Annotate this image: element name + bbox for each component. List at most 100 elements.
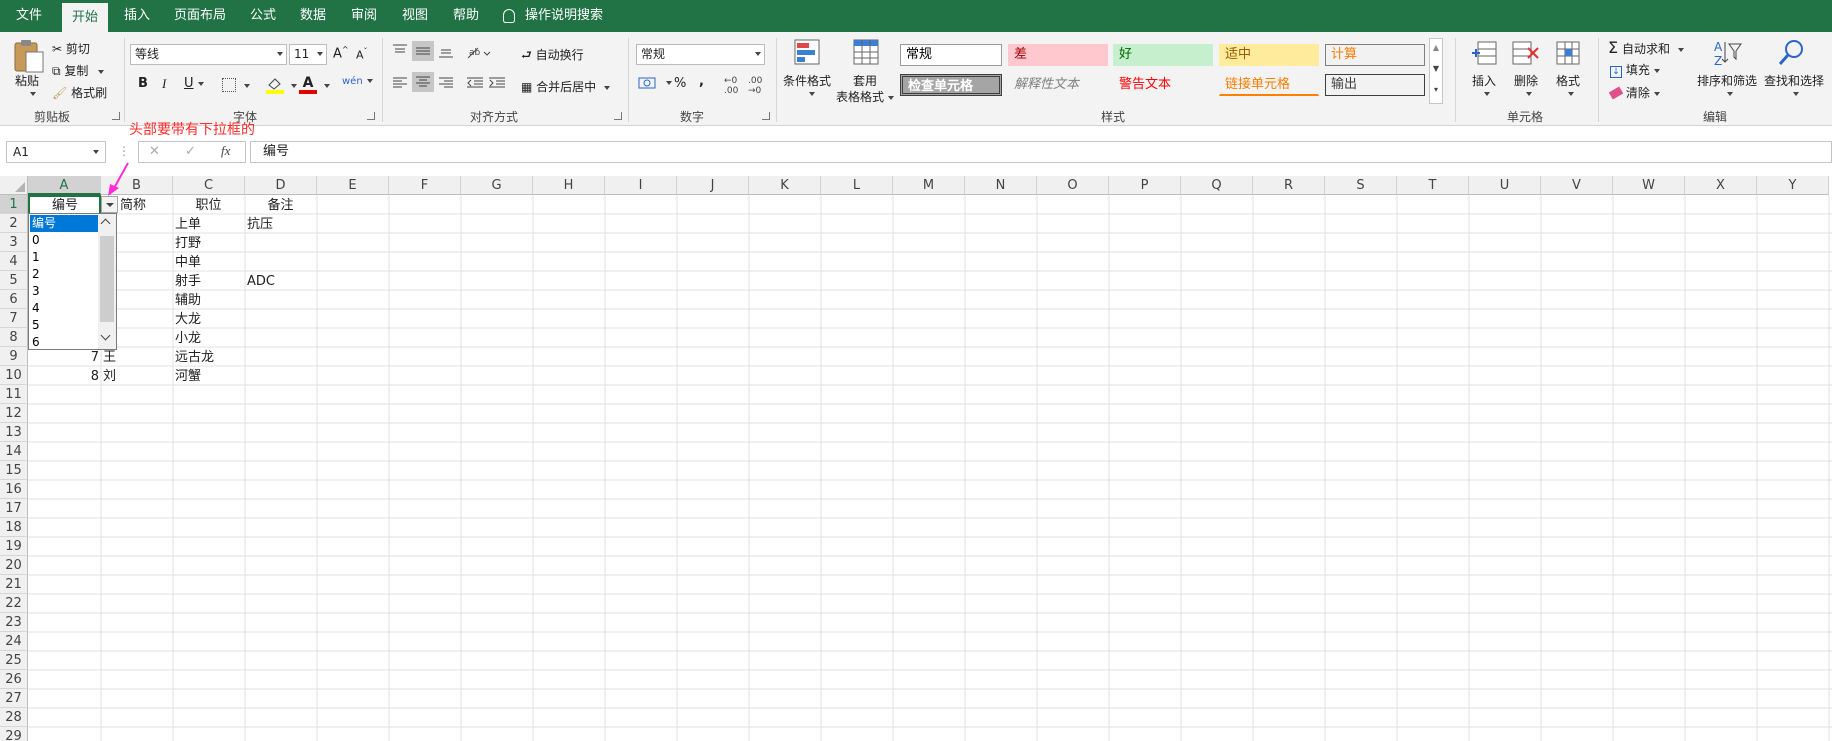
style-explanatory[interactable]: 解释性文本 [1008,74,1108,96]
autosum-button[interactable]: Σ 自动求和 [1608,38,1684,57]
clear-button[interactable]: 清除 [1608,84,1660,101]
style-neutral[interactable]: 适中 [1219,44,1319,66]
bold-button[interactable]: B [138,76,148,91]
paste-label: 粘贴 [15,74,40,88]
tab-data[interactable]: 数据 [290,0,336,32]
cell-d1[interactable]: 备注 [245,196,316,215]
dropdown-option[interactable]: 2 [30,266,98,283]
style-bad[interactable]: 差 [1008,44,1108,66]
phonetic-guide-button[interactable]: wén [342,76,373,87]
dropdown-option[interactable]: 编号 [30,215,98,232]
cell-c2[interactable]: 上单 [175,215,201,234]
fill-color-icon[interactable] [265,76,285,94]
style-good[interactable]: 好 [1113,44,1213,66]
align-center-icon[interactable] [412,72,434,92]
dropdown-option[interactable]: 6 [30,334,98,349]
underline-button[interactable]: U [184,76,204,91]
dropdown-scrollbar[interactable] [98,214,116,349]
insert-function-icon[interactable]: fx [221,143,230,159]
style-gallery-scroll[interactable]: ▲ ▼ ▾ [1429,38,1443,104]
orientation-icon[interactable]: ab [466,44,492,63]
cell-d2[interactable]: 抗压 [247,215,273,234]
cell-a10[interactable]: 8 [29,367,99,386]
accounting-format-icon[interactable] [638,75,672,94]
align-top-icon[interactable] [392,44,408,61]
cell-c5[interactable]: 射手 [175,272,201,291]
dialog-launcher-icon[interactable] [112,112,120,120]
tab-formulas[interactable]: 公式 [240,0,286,32]
style-normal[interactable]: 常规 [900,44,1002,66]
cell-c8[interactable]: 小龙 [175,329,201,348]
svg-text:ab: ab [469,48,481,58]
style-calculation[interactable]: 计算 [1325,44,1425,66]
align-middle-icon[interactable] [412,41,434,61]
tell-me-search[interactable]: 操作说明搜索 [503,0,603,32]
dialog-launcher-icon[interactable] [762,112,770,120]
tab-insert[interactable]: 插入 [114,0,160,32]
wrap-text-button[interactable]: ⮐ 自动换行 [521,46,584,67]
cell-c1[interactable]: 职位 [173,196,244,215]
tab-page-layout[interactable]: 页面布局 [164,0,236,32]
cut-button[interactable]: ✂ 剪切 [52,40,90,57]
increase-decimal-icon[interactable]: ←0.00 [724,76,738,96]
grow-font-button[interactable]: A^ [333,45,349,61]
cancel-icon[interactable]: ✕ [149,144,160,159]
dialog-launcher-icon[interactable] [614,112,622,120]
cell-b10[interactable]: 刘 [103,367,116,386]
dropdown-option[interactable]: 3 [30,283,98,300]
cell-c10[interactable]: 河蟹 [175,367,201,386]
increase-indent-icon[interactable] [488,76,506,93]
tab-file[interactable]: 文件 [6,0,52,32]
chevron-down-icon[interactable] [100,330,111,341]
style-check-cell[interactable]: 检查单元格 [900,74,1002,96]
font-size-select[interactable]: 11 [289,44,327,65]
decrease-decimal-icon[interactable]: .00 →0 [748,76,762,96]
group-title-number: 数字 [680,110,705,124]
dropdown-option[interactable]: 5 [30,317,98,334]
format-as-table-label-2: 表格格式 [836,88,895,105]
cell-c9[interactable]: 远古龙 [175,348,214,367]
tab-review[interactable]: 审阅 [341,0,387,32]
dropdown-option[interactable]: 1 [30,249,98,266]
style-output[interactable]: 输出 [1325,74,1425,96]
name-box[interactable]: A1 [6,141,106,163]
cell-c7[interactable]: 大龙 [175,310,201,329]
dropdown-arrow-button[interactable] [101,196,118,213]
borders-icon[interactable] [222,78,236,92]
percent-button[interactable]: % [674,76,686,91]
cell-d5[interactable]: ADC [247,272,275,291]
dropdown-option[interactable]: 0 [30,232,98,249]
font-name-select[interactable]: 等线 [130,44,287,65]
dropdown-option[interactable]: 4 [30,300,98,317]
align-right-icon[interactable] [438,76,454,93]
cell-a9[interactable]: 7 [29,348,99,367]
dialog-launcher-icon[interactable] [367,112,375,120]
format-painter-button[interactable]: 🖌 格式刷 [52,84,107,101]
comma-button[interactable]: , [699,74,704,89]
fill-button[interactable]: ↓ 填充 [1610,61,1660,78]
merge-center-button[interactable]: ▦ 合并后居中 [521,78,611,95]
number-format-select[interactable]: 常规 [636,44,765,65]
copy-button[interactable]: ⧉ 复制 [52,62,105,79]
formula-bar-grip-icon[interactable]: ⋮ [118,144,130,158]
formula-input[interactable]: 编号 [250,141,1832,163]
align-left-icon[interactable] [392,76,408,93]
cell-c3[interactable]: 打野 [175,234,201,253]
scrollbar-thumb[interactable] [100,236,114,322]
align-bottom-icon[interactable] [438,44,454,61]
enter-icon[interactable]: ✓ [185,144,196,159]
decrease-indent-icon[interactable] [466,76,484,93]
tab-view[interactable]: 视图 [392,0,438,32]
chevron-up-icon[interactable] [100,218,111,229]
tab-home[interactable]: 开始 [62,3,109,32]
shrink-font-button[interactable]: Aˇ [356,47,368,62]
tab-help[interactable]: 帮助 [443,0,489,32]
cell-b9[interactable]: 王 [103,348,116,367]
style-warning[interactable]: 警告文本 [1113,74,1213,96]
cell-c4[interactable]: 中单 [175,253,201,272]
cell-c6[interactable]: 辅助 [175,291,201,310]
italic-button[interactable]: I [162,76,166,92]
font-color-icon[interactable]: A [299,75,317,95]
style-linked-cell[interactable]: 链接单元格 [1219,74,1319,96]
worksheet-grid[interactable]: ABCDEFGHIJKLMNOPQRSTUVWXY 1 2 3 4 5 6 7 8 9 10 11 1… [0,176,1832,741]
